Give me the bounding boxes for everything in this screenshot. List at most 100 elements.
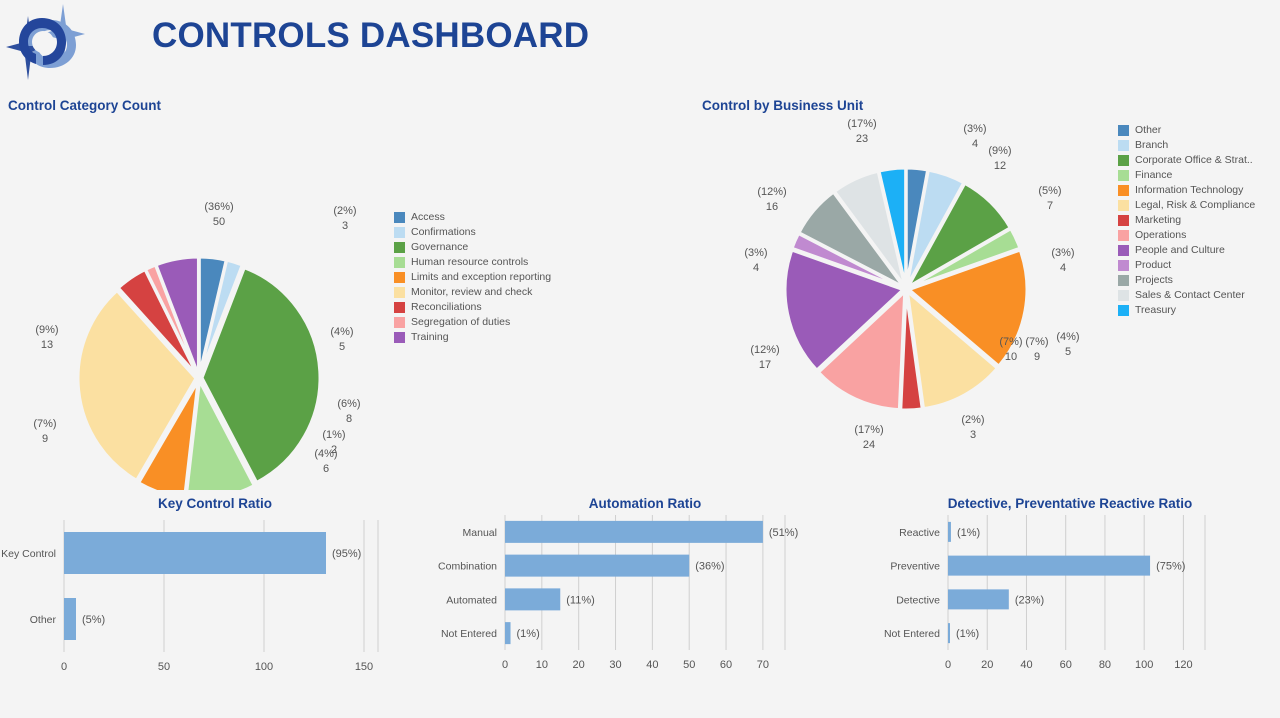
bar[interactable] — [948, 521, 951, 542]
bar-category-label: Key Control — [1, 548, 56, 560]
pie-slice-percent-label: (9%) — [988, 145, 1011, 157]
bar-chart-key-control-ratio[interactable]: 0 50 100 150 (95%) Key Control (5%) Other — [0, 490, 430, 690]
x-axis-tick-label: 20 — [573, 659, 585, 671]
panel-automation-ratio: Automation Ratio 0 10 20 30 40 50 60 70 (51%) Man… — [430, 490, 860, 718]
legend-swatch-icon — [394, 227, 405, 238]
bar-category-label: Automated — [446, 594, 497, 606]
legend-swatch-icon — [394, 287, 405, 298]
bar[interactable] — [948, 623, 950, 644]
panel-control-by-business-unit: Control by Business Unit (3%) 4 (5%) 7 (9%) 1… — [700, 90, 1280, 490]
legend-item[interactable]: Monitor, review and check — [394, 285, 551, 300]
x-axis-tick-label: 50 — [158, 661, 170, 673]
pie-slice-value-label: 12 — [994, 160, 1006, 172]
pie-slice-percent-label: (7%) — [33, 418, 56, 430]
bar-data-label: (95%) — [332, 548, 361, 560]
bar[interactable] — [505, 554, 690, 577]
legend-item[interactable]: Reconciliations — [394, 300, 551, 315]
bar-chart-automation-ratio[interactable]: 0 10 20 30 40 50 60 70 (51%) Manual (36%) Combinati… — [430, 490, 860, 690]
bar-category-label: Not Entered — [441, 628, 497, 640]
legend-item-label: Limits and exception reporting — [411, 271, 552, 283]
panel-key-control-ratio: Key Control Ratio 0 50 100 150 (95%) Key Cont… — [0, 490, 430, 718]
bar-data-label: (1%) — [517, 628, 540, 640]
legend-item-label: Training — [411, 331, 449, 343]
pie-slice-value-label: 23 — [856, 133, 868, 145]
panel-title-key-control-ratio: Key Control Ratio — [157, 496, 272, 511]
legend-item[interactable]: Sales & Contact Center — [1118, 288, 1255, 303]
bar[interactable] — [505, 520, 763, 543]
legend-item-label: Confirmations — [411, 226, 476, 238]
legend-item[interactable]: People and Culture — [1118, 243, 1255, 258]
legend-item[interactable]: Access — [394, 210, 551, 225]
x-axis-tick-label: 60 — [1060, 659, 1072, 671]
legend-item[interactable]: Product — [1118, 258, 1255, 273]
legend-swatch-icon — [1118, 200, 1129, 211]
legend-swatch-icon — [1118, 155, 1129, 166]
legend-item-label: Monitor, review and check — [411, 286, 533, 298]
pie-slice-percent-label: (3%) — [744, 247, 767, 259]
legend-item[interactable]: Segregation of duties — [394, 315, 551, 330]
pie-slice-percent-label: (17%) — [854, 424, 883, 436]
legend-item[interactable]: Training — [394, 330, 551, 345]
x-axis-tick-label: 100 — [255, 661, 273, 673]
bar-data-label: (51%) — [769, 527, 798, 539]
pie-slice-percent-label: (4%) — [330, 326, 353, 338]
legend-item-label: Other — [1135, 124, 1162, 136]
legend-item[interactable]: Corporate Office & Strat.. — [1118, 153, 1255, 168]
legend-item[interactable]: Treasury — [1118, 303, 1255, 318]
company-logo — [6, 2, 86, 82]
panel-title-detective-ratio: Detective, Preventative Reactive Ratio — [947, 496, 1193, 511]
x-axis-tick-label: 0 — [945, 659, 951, 671]
bar-category-label: Other — [30, 614, 57, 626]
legend-swatch-icon — [394, 212, 405, 223]
pie-slice-percent-label: (6%) — [337, 398, 360, 410]
x-axis-tick-label: 20 — [981, 659, 993, 671]
bar-chart-detective-preventative-reactive-ratio[interactable]: 0 20 40 60 80 100 120 (1%) Reactive (75%) Preventi… — [860, 490, 1280, 690]
x-axis-tick-label: 60 — [720, 659, 732, 671]
legend-item[interactable]: Operations — [1118, 228, 1255, 243]
bar[interactable] — [948, 589, 1009, 610]
legend-item[interactable]: Other — [1118, 123, 1255, 138]
legend-item[interactable]: Legal, Risk & Compliance — [1118, 198, 1255, 213]
legend-swatch-icon — [394, 302, 405, 313]
pie-slice-value-label: 13 — [41, 339, 53, 351]
pie-slice-value-label: 4 — [753, 262, 759, 274]
pie-slice-percent-label: (5%) — [1038, 185, 1061, 197]
pie-slice-value-label: 17 — [759, 359, 771, 371]
legend-swatch-icon — [394, 332, 405, 343]
bar-category-label: Not Entered — [884, 628, 940, 640]
panel-title-category-count: Control Category Count — [8, 98, 161, 113]
bar[interactable] — [948, 555, 1151, 576]
x-axis-tick-label: 40 — [1020, 659, 1032, 671]
pie-slice-percent-label: (17%) — [847, 118, 876, 130]
legend-item[interactable]: Marketing — [1118, 213, 1255, 228]
panel-control-category-count: Control Category Count (4%) 5 (2%) 3 (36%) 50… — [0, 90, 640, 490]
pie-slice-value-label: 6 — [323, 463, 329, 475]
bar-data-label: (75%) — [1156, 561, 1185, 573]
legend-item[interactable]: Information Technology — [1118, 183, 1255, 198]
bar[interactable] — [64, 532, 326, 574]
legend-item[interactable]: Governance — [394, 240, 551, 255]
pie-slice-value-label: 9 — [1034, 351, 1040, 363]
bar[interactable] — [505, 622, 511, 645]
pie-slice-value-label: 4 — [1060, 262, 1066, 274]
bar-data-label: (11%) — [566, 594, 595, 606]
legend-item[interactable]: Human resource controls — [394, 255, 551, 270]
bar[interactable] — [505, 588, 561, 611]
legend-item[interactable]: Projects — [1118, 273, 1255, 288]
pie-slice-percent-label: (3%) — [1051, 247, 1074, 259]
x-axis-tick-label: 10 — [536, 659, 548, 671]
x-axis-tick-label: 150 — [355, 661, 373, 673]
pie-slice-value-label: 9 — [42, 433, 48, 445]
legend-item[interactable]: Limits and exception reporting — [394, 270, 551, 285]
legend-item-label: Human resource controls — [411, 256, 529, 268]
legend-item-label: Legal, Risk & Compliance — [1135, 199, 1256, 211]
legend-item[interactable]: Finance — [1118, 168, 1255, 183]
x-axis-tick-label: 40 — [646, 659, 658, 671]
x-axis-tick-label: 70 — [757, 659, 769, 671]
bar-category-label: Combination — [438, 561, 497, 573]
legend-item[interactable]: Confirmations — [394, 225, 551, 240]
legend-item[interactable]: Branch — [1118, 138, 1255, 153]
legend-item-label: Finance — [1135, 169, 1173, 181]
bar[interactable] — [64, 598, 76, 640]
pie-slice-value-label: 3 — [342, 220, 348, 232]
